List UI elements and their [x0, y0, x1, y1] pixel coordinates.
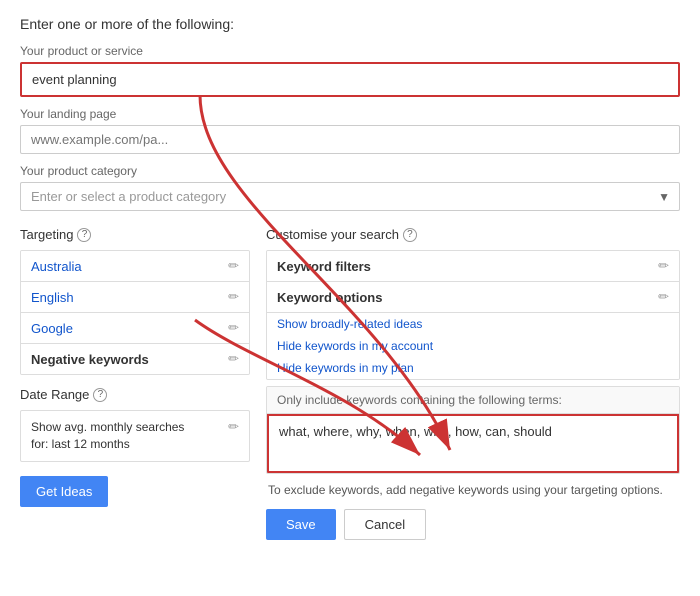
get-ideas-button[interactable]: Get Ideas	[20, 476, 108, 507]
instruction-text: Enter one or more of the following:	[20, 16, 680, 32]
keyword-options-title: Keyword options	[277, 290, 382, 305]
date-range-section: Date Range ? Show avg. monthly searches …	[20, 387, 250, 462]
product-label: Your product or service	[20, 44, 680, 58]
targeting-australia-label: Australia	[31, 259, 82, 274]
landing-page-input[interactable]	[20, 125, 680, 154]
exclude-info-text: To exclude keywords, add negative keywor…	[266, 482, 680, 499]
customise-section-title: Customise your search ?	[266, 227, 680, 242]
keyword-filters-header: Keyword filters ✏	[267, 251, 679, 282]
date-range-box: Show avg. monthly searches for: last 12 …	[20, 410, 250, 462]
kf-option-hide-plan[interactable]: Hide keywords in my plan	[267, 357, 679, 379]
targeting-item-negative-keywords[interactable]: Negative keywords ✏	[21, 344, 249, 374]
date-range-title-text: Date Range	[20, 387, 89, 402]
right-column: Customise your search ? Keyword filters …	[266, 227, 680, 540]
targeting-english-edit-icon[interactable]: ✏	[228, 289, 239, 305]
include-keywords-section: Only include keywords containing the fol…	[266, 386, 680, 474]
keyword-filters-edit-icon[interactable]: ✏	[658, 258, 669, 274]
date-range-line1: Show avg. monthly searches	[31, 420, 184, 434]
save-button[interactable]: Save	[266, 509, 336, 540]
targeting-title-text: Targeting	[20, 227, 73, 242]
targeting-help-icon[interactable]: ?	[77, 228, 91, 242]
product-input[interactable]	[22, 64, 678, 95]
keyword-options-edit-icon[interactable]: ✏	[658, 289, 669, 305]
keyword-filters-title: Keyword filters	[277, 259, 371, 274]
targeting-google-label: Google	[31, 321, 73, 336]
targeting-google-edit-icon[interactable]: ✏	[228, 320, 239, 336]
customise-help-icon[interactable]: ?	[403, 228, 417, 242]
date-range-title: Date Range ?	[20, 387, 250, 402]
include-keywords-textarea[interactable]: what, where, why, when, who, how, can, s…	[269, 416, 677, 468]
date-range-help-icon[interactable]: ?	[93, 388, 107, 402]
kf-option-hide-account[interactable]: Hide keywords in my account	[267, 335, 679, 357]
cancel-button[interactable]: Cancel	[344, 509, 426, 540]
action-buttons: Save Cancel	[266, 509, 680, 540]
product-category-wrapper: Enter or select a product category ▼	[20, 182, 680, 211]
keyword-filters-section: Keyword filters ✏ Keyword options ✏ Show…	[266, 250, 680, 380]
targeting-australia-edit-icon[interactable]: ✏	[228, 258, 239, 274]
targeting-item-english[interactable]: English ✏	[21, 282, 249, 313]
targeting-item-australia[interactable]: Australia ✏	[21, 251, 249, 282]
product-category-select[interactable]: Enter or select a product category	[20, 182, 680, 211]
date-range-line2: for: last 12 months	[31, 437, 130, 451]
include-keywords-header: Only include keywords containing the fol…	[267, 387, 679, 414]
targeting-item-google[interactable]: Google ✏	[21, 313, 249, 344]
targeting-negative-keywords-edit-icon[interactable]: ✏	[228, 351, 239, 367]
keyword-options-header: Keyword options ✏	[267, 282, 679, 313]
keyword-options-section: Keyword options ✏ Show broadly-related i…	[267, 282, 679, 379]
main-container: Enter one or more of the following: Your…	[0, 0, 700, 596]
customise-title-text: Customise your search	[266, 227, 399, 242]
landing-page-label: Your landing page	[20, 107, 680, 121]
date-range-text: Show avg. monthly searches for: last 12 …	[31, 419, 184, 453]
product-input-wrapper	[20, 62, 680, 97]
two-col-section: Targeting ? Australia ✏ English ✏ Google…	[20, 227, 680, 540]
targeting-list: Australia ✏ English ✏ Google ✏ Negative …	[20, 250, 250, 375]
targeting-section-title: Targeting ?	[20, 227, 250, 242]
include-textarea-wrapper: what, where, why, when, who, how, can, s…	[267, 414, 679, 473]
date-range-edit-icon[interactable]: ✏	[228, 419, 239, 435]
targeting-negative-keywords-label: Negative keywords	[31, 352, 149, 367]
targeting-english-label: English	[31, 290, 74, 305]
product-category-label: Your product category	[20, 164, 680, 178]
left-column: Targeting ? Australia ✏ English ✏ Google…	[20, 227, 250, 540]
kf-option-broadly-related[interactable]: Show broadly-related ideas	[267, 313, 679, 335]
